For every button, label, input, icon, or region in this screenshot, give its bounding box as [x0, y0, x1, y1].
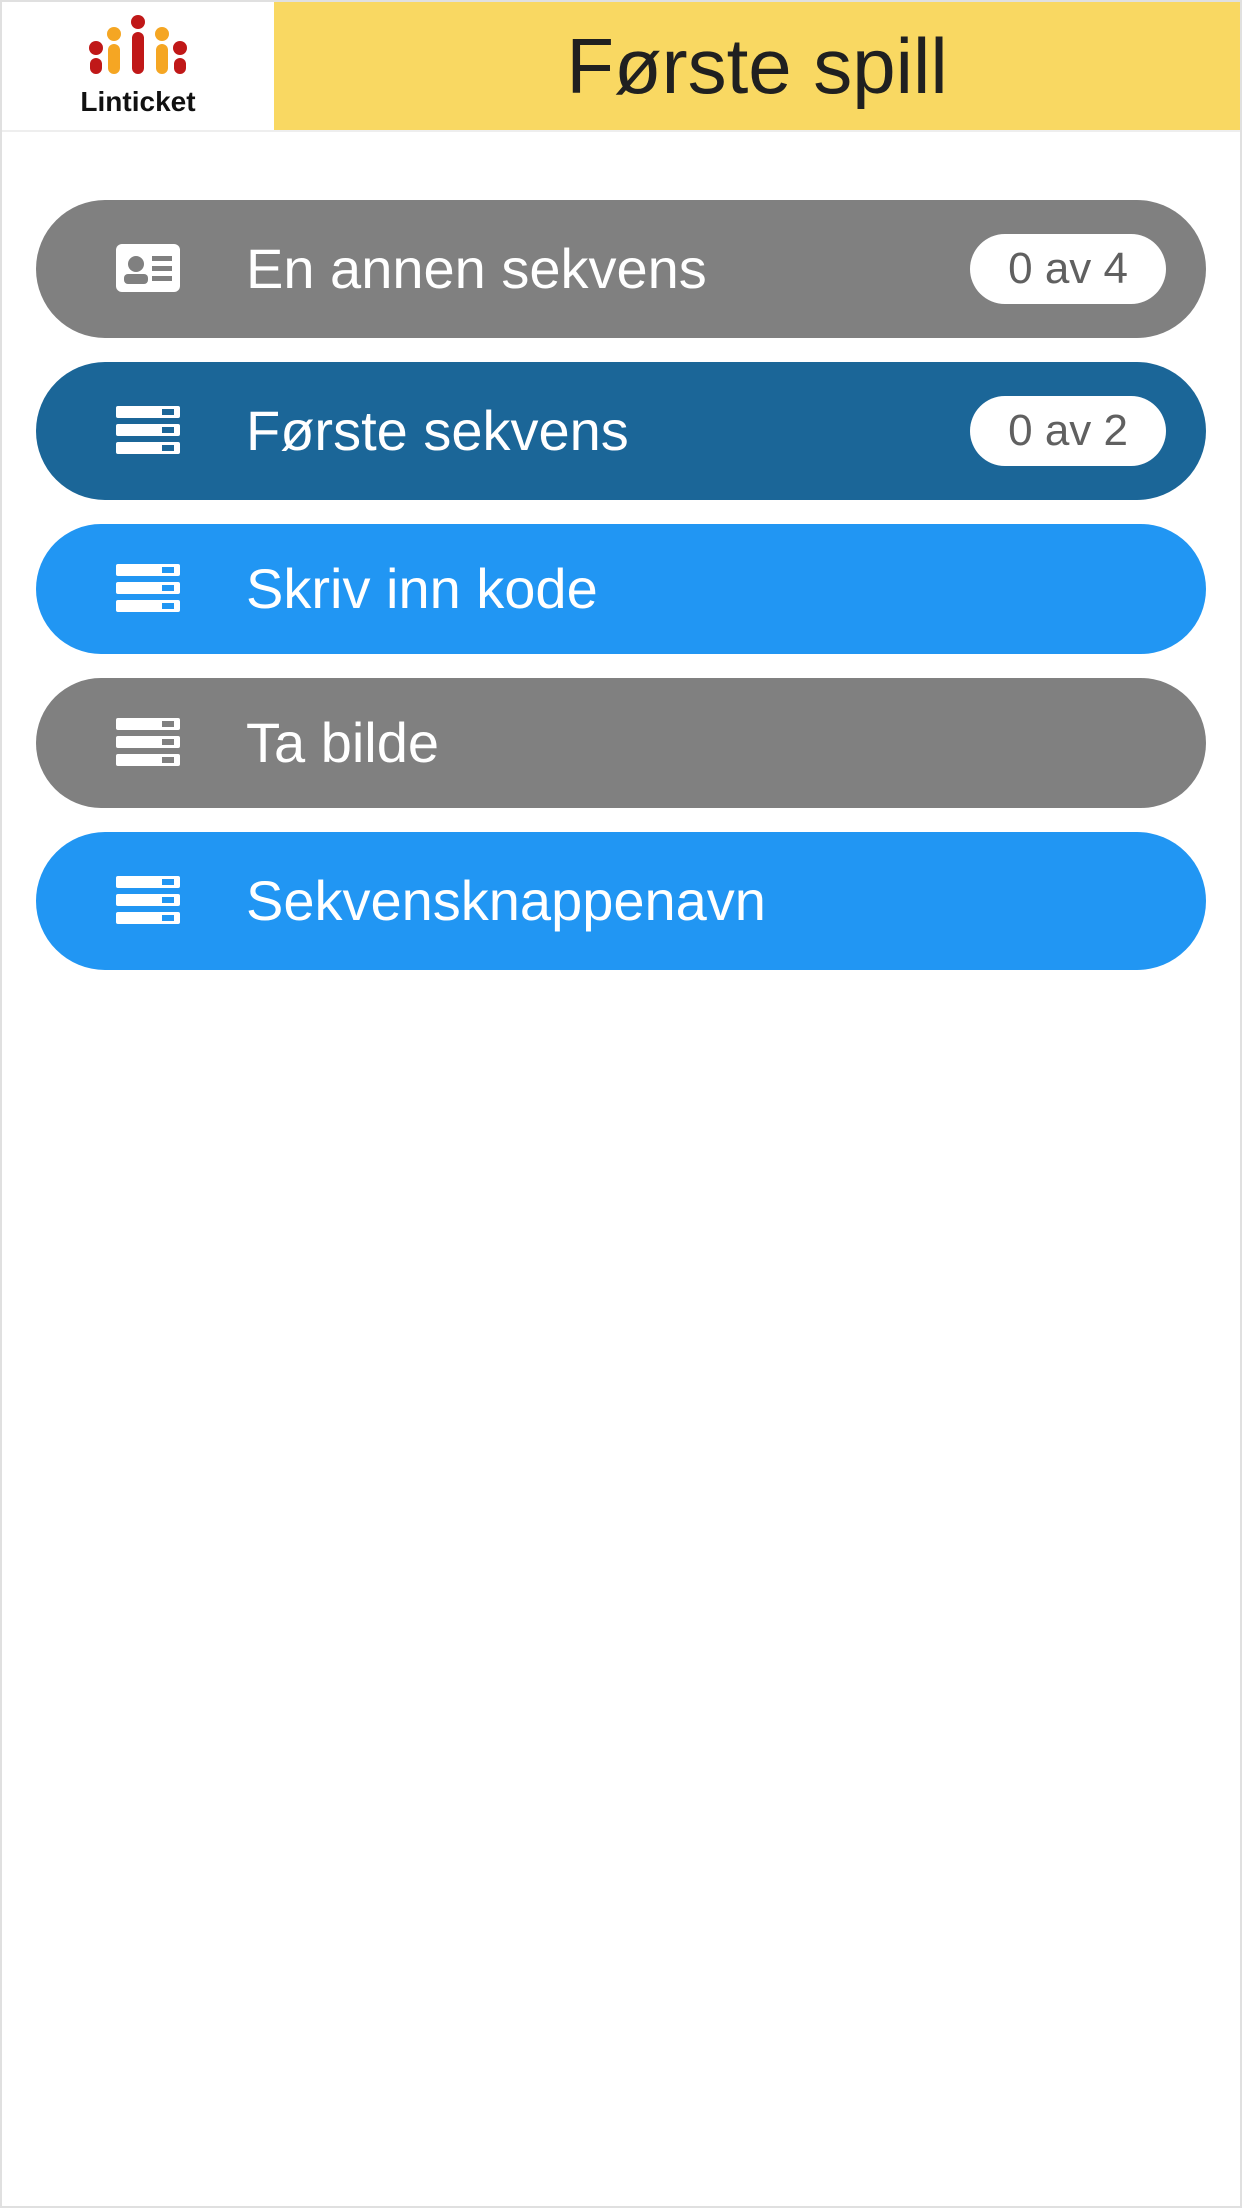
sequence-list: En annen sekvens 0 av 4 Første sekvens 0…: [2, 132, 1240, 970]
action-item-label: Skriv inn kode: [246, 554, 1166, 624]
action-item-ta-bilde[interactable]: Ta bilde: [36, 678, 1206, 808]
sequence-item-en-annen-sekvens[interactable]: En annen sekvens 0 av 4: [36, 200, 1206, 338]
action-item-label: Ta bilde: [246, 708, 1166, 778]
action-item-skriv-inn-kode[interactable]: Skriv inn kode: [36, 524, 1206, 654]
progress-badge: 0 av 2: [970, 396, 1166, 466]
action-item-sekvensknappenavn[interactable]: Sekvensknappenavn: [36, 832, 1206, 970]
server-icon: [116, 402, 180, 458]
sequence-item-label: En annen sekvens: [246, 234, 970, 304]
server-icon: [116, 560, 180, 616]
page-title-bar: Første spill: [274, 2, 1240, 130]
server-icon: [116, 714, 180, 770]
page-title: Første spill: [566, 21, 947, 112]
action-item-label: Sekvensknappenavn: [246, 866, 1166, 936]
id-card-icon: [116, 240, 180, 296]
brand-logo[interactable]: Linticket: [2, 2, 274, 130]
server-icon: [116, 872, 180, 928]
linticket-logo-icon: [78, 14, 198, 84]
progress-badge: 0 av 4: [970, 234, 1166, 304]
sequence-item-forste-sekvens[interactable]: Første sekvens 0 av 2: [36, 362, 1206, 500]
brand-name: Linticket: [80, 86, 195, 118]
sequence-item-label: Første sekvens: [246, 396, 970, 466]
app-header: Linticket Første spill: [2, 2, 1240, 132]
